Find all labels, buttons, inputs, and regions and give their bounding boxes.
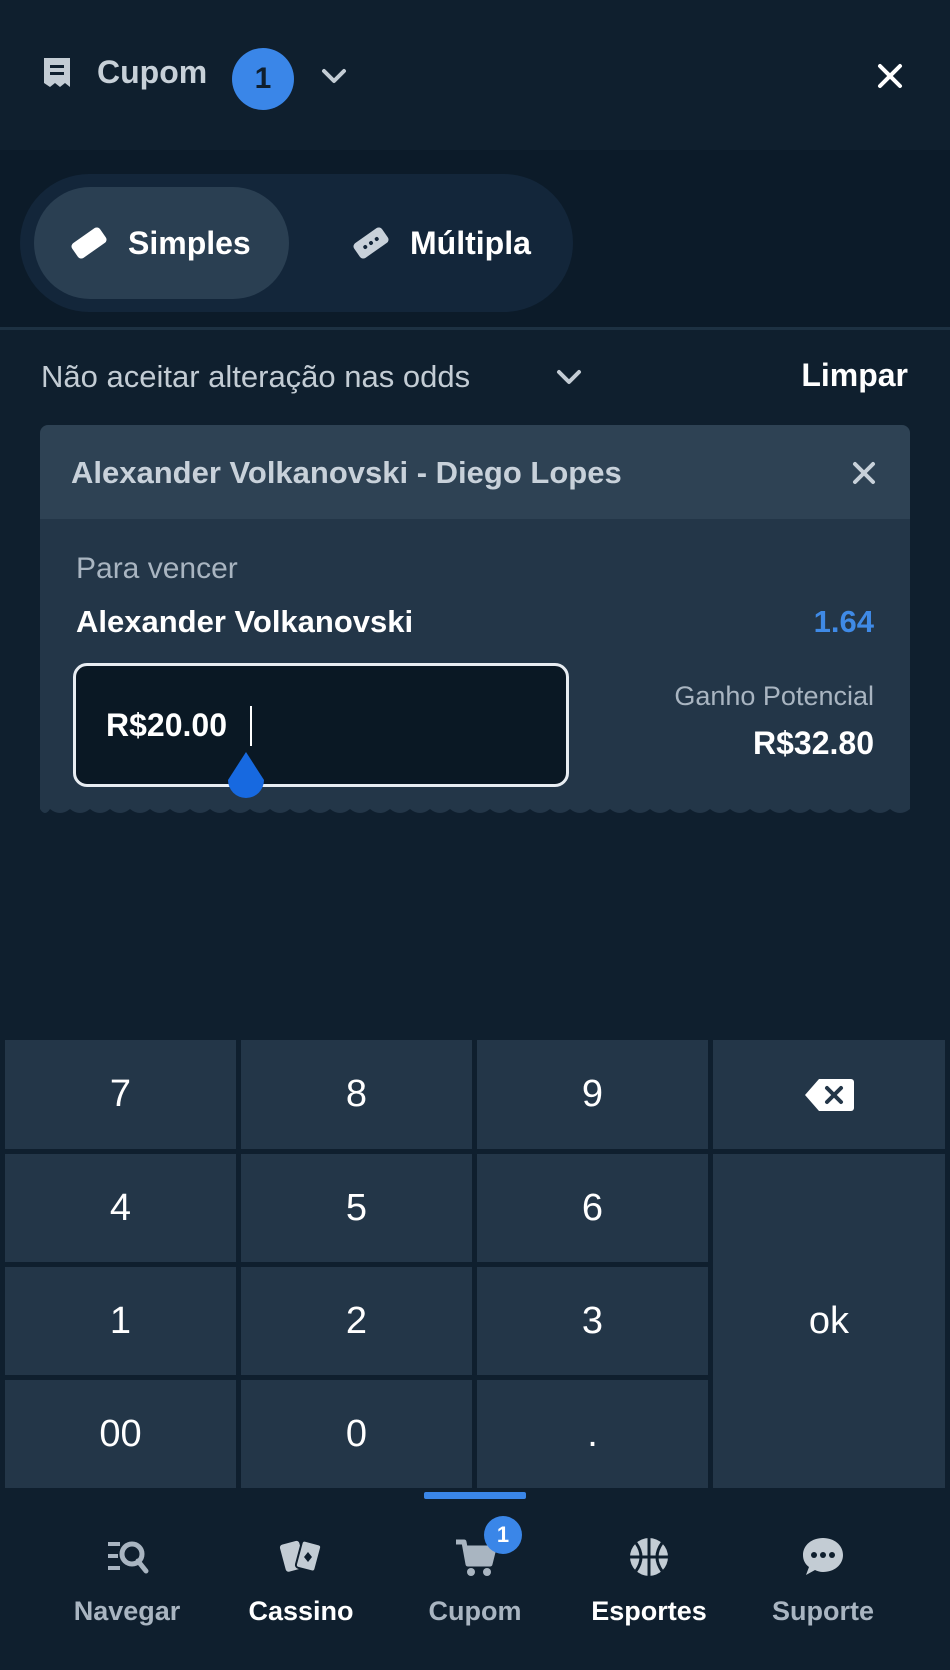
bet-card: Alexander Volkanovski - Diego Lopes Para…	[40, 425, 910, 820]
cards-icon	[279, 1539, 323, 1573]
backspace-key[interactable]	[713, 1040, 945, 1149]
odds-change-row: Não aceitar alteração nas odds Limpar	[0, 333, 950, 421]
nav-label: Navegar	[73, 1596, 181, 1626]
potential-gain-label: Ganho Potencial	[674, 681, 874, 711]
stake-input[interactable]: R$20.00	[73, 663, 569, 799]
key-2[interactable]: 2	[241, 1267, 472, 1375]
tab-simples[interactable]: Simples	[34, 187, 289, 299]
ticket-icon	[71, 227, 107, 259]
selection-count-badge: 1	[232, 48, 294, 110]
nav-navegar[interactable]: Navegar	[52, 1534, 202, 1644]
nav-cupom[interactable]: 1 Cupom	[400, 1516, 550, 1644]
ticket-edge	[40, 803, 910, 813]
nav-esportes[interactable]: Esportes	[574, 1534, 724, 1644]
bottom-navigation: Navegar Cassino 1 Cupom Esportes Suporte	[0, 1490, 950, 1670]
active-tab-indicator	[424, 1492, 526, 1499]
event-name: Alexander Volkanovski - Diego Lopes	[71, 455, 622, 490]
nav-label: Esportes	[591, 1596, 707, 1626]
odd-value: 1.64	[813, 604, 874, 639]
key-5[interactable]: 5	[241, 1154, 472, 1262]
receipt-icon	[44, 58, 70, 87]
cart-badge: 1	[484, 1516, 522, 1554]
key-decimal[interactable]: .	[477, 1380, 708, 1488]
tab-label: Múltipla	[410, 224, 531, 261]
browse-icon	[108, 1541, 149, 1574]
clear-button[interactable]: Limpar	[801, 357, 908, 394]
selection-name: Alexander Volkanovski	[76, 604, 414, 639]
key-0[interactable]: 0	[241, 1380, 472, 1488]
key-8[interactable]: 8	[241, 1040, 472, 1149]
nav-suporte[interactable]: Suporte	[748, 1534, 898, 1644]
tab-multipla[interactable]: Múltipla	[310, 187, 560, 299]
key-00[interactable]: 00	[5, 1380, 236, 1488]
bet-card-body: Para vencer Alexander Volkanovski 1.64 R…	[40, 519, 910, 805]
chevron-down-icon[interactable]	[553, 361, 585, 393]
market-name: Para vencer	[76, 552, 238, 585]
nav-cassino[interactable]: Cassino	[226, 1534, 376, 1644]
remove-selection-icon[interactable]	[850, 459, 878, 487]
key-9[interactable]: 9	[477, 1040, 708, 1149]
nav-label: Cupom	[428, 1596, 522, 1626]
bet-type-bar: Simples Múltipla	[0, 150, 950, 330]
numeric-keypad: 7 8 9 4 5 6 ok 1 2 3 00 0 .	[0, 1038, 950, 1490]
ok-key[interactable]: ok	[713, 1154, 945, 1488]
header-title: Cupom	[97, 54, 208, 90]
stake-value: R$20.00	[106, 707, 227, 743]
potential-gain-value: R$32.80	[753, 725, 874, 761]
tab-label: Simples	[128, 224, 251, 261]
text-caret	[250, 706, 252, 746]
nav-label: Suporte	[771, 1596, 874, 1626]
chat-icon	[803, 1538, 843, 1575]
tickets-icon	[353, 227, 389, 259]
key-6[interactable]: 6	[477, 1154, 708, 1262]
basketball-icon	[630, 1538, 668, 1576]
key-1[interactable]: 1	[5, 1267, 236, 1375]
bet-type-selector: Simples Múltipla	[20, 174, 573, 312]
bet-slip-header: Cupom 1	[0, 0, 950, 150]
chevron-down-icon[interactable]	[318, 60, 350, 92]
bet-card-header: Alexander Volkanovski - Diego Lopes	[40, 425, 910, 519]
backspace-icon	[805, 1078, 854, 1111]
odds-change-dropdown[interactable]: Não aceitar alteração nas odds	[41, 359, 470, 395]
key-4[interactable]: 4	[5, 1154, 236, 1262]
close-icon[interactable]	[872, 58, 908, 94]
key-7[interactable]: 7	[5, 1040, 236, 1149]
nav-label: Cassino	[248, 1596, 354, 1626]
cursor-handle-icon[interactable]	[222, 750, 270, 806]
key-3[interactable]: 3	[477, 1267, 708, 1375]
